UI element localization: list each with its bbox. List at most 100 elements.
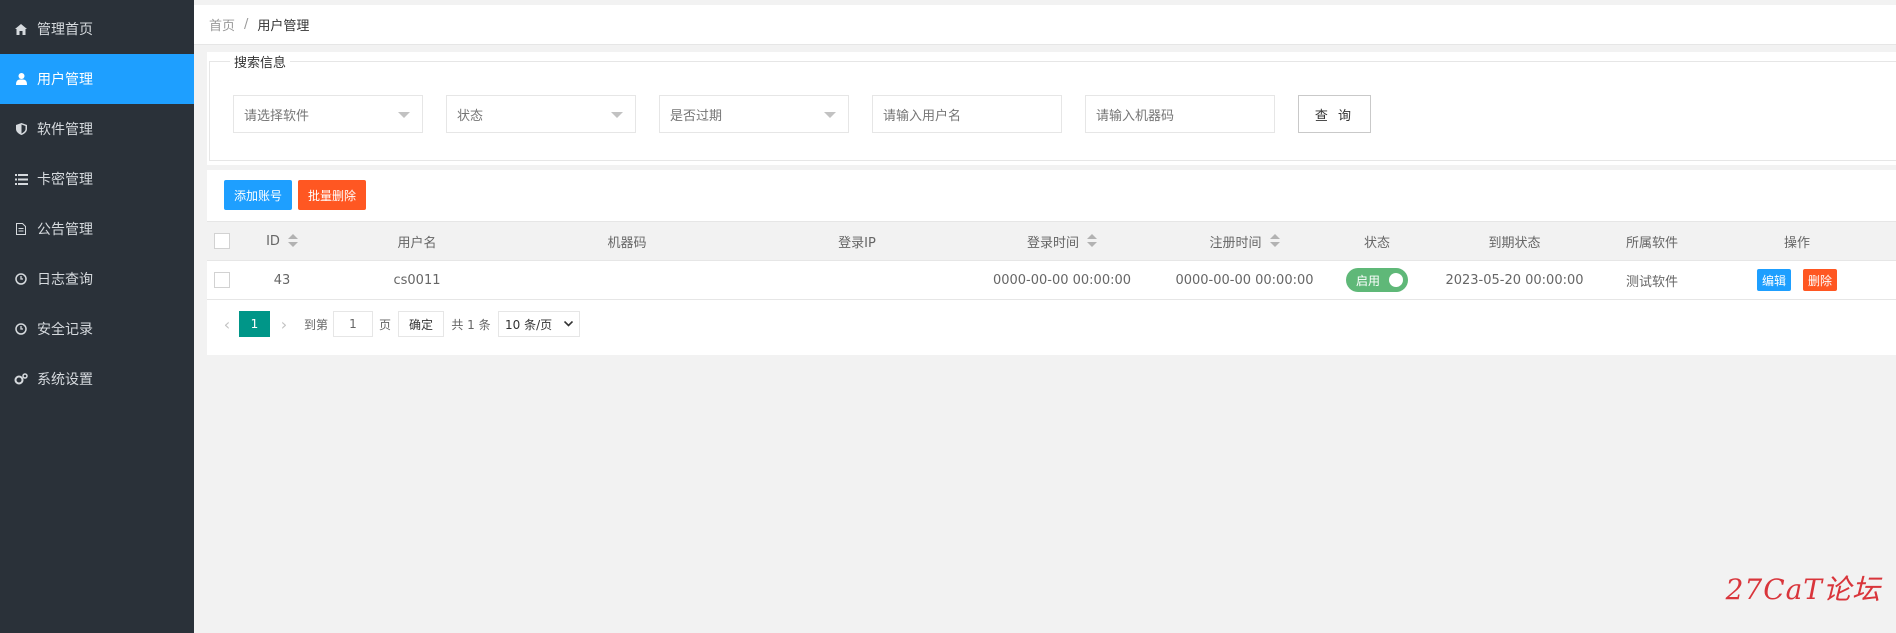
query-button[interactable]: 查 询 xyxy=(1298,95,1371,133)
col-login-time[interactable]: 登录时间 xyxy=(967,222,1157,260)
username-input[interactable]: 请输入用户名 xyxy=(872,95,1062,133)
cell-expire-status: 2023-05-20 00:00:00 xyxy=(1445,272,1584,288)
machine-code-input-placeholder: 请输入机器码 xyxy=(1096,108,1175,124)
col-expire-status-label: 到期状态 xyxy=(1488,235,1541,251)
clock-icon xyxy=(14,322,28,336)
table-row: 43 cs0011 0000-00-00 00:00:00 0000-00-00… xyxy=(207,261,1896,300)
sidebar-item-users[interactable]: 用户管理 xyxy=(0,54,194,104)
clock-icon xyxy=(14,272,28,286)
col-login-time-label: 登录时间 xyxy=(1026,235,1079,251)
chevron-down-icon xyxy=(611,112,623,118)
username-input-placeholder: 请输入用户名 xyxy=(883,108,962,124)
search-panel: 搜索信息 请选择软件 状态 是否过期 请输入用户名 请输入机器码 查 询 xyxy=(207,52,1896,165)
software-select-value: 请选择软件 xyxy=(244,108,310,124)
batch-delete-button[interactable]: 批量删除 xyxy=(298,180,366,210)
user-icon xyxy=(14,72,28,86)
status-select[interactable]: 状态 xyxy=(446,95,636,133)
sidebar-item-label: 软件管理 xyxy=(37,122,93,138)
breadcrumb-separator: / xyxy=(244,17,249,32)
sidebar-item-security[interactable]: 安全记录 xyxy=(0,304,194,354)
search-legend: 搜索信息 xyxy=(234,56,287,71)
sidebar-item-label: 系统设置 xyxy=(37,372,93,388)
gears-icon xyxy=(14,372,28,386)
breadcrumb: 首页 / 用户管理 xyxy=(194,5,1896,45)
goto-page-input[interactable]: 1 xyxy=(333,311,373,337)
col-id-label: ID xyxy=(266,233,280,249)
status-select-value: 状态 xyxy=(457,108,484,124)
main-content: 首页 / 用户管理 搜索信息 请选择软件 状态 是否过期 请输入用户名 请输入机… xyxy=(194,0,1896,633)
col-username-label: 用户名 xyxy=(397,235,437,251)
toggle-knob xyxy=(1389,273,1403,287)
sidebar: 管理首页 用户管理 软件管理 卡密管理 公告管理 日志查询 安全记录 系统设置 xyxy=(0,0,194,633)
cell-status: 启用 xyxy=(1332,261,1422,299)
col-status-label: 状态 xyxy=(1363,235,1390,251)
page-size-select[interactable]: 10 条/页 xyxy=(498,311,580,337)
goto-confirm-button[interactable]: 确定 xyxy=(398,311,444,337)
col-username: 用户名 xyxy=(327,222,507,260)
sidebar-item-home[interactable]: 管理首页 xyxy=(0,4,194,54)
sidebar-item-label: 卡密管理 xyxy=(37,172,93,188)
col-register-time[interactable]: 注册时间 xyxy=(1157,222,1332,260)
sidebar-item-label: 管理首页 xyxy=(37,22,93,38)
cell-id: 43 xyxy=(273,272,291,288)
next-page-icon[interactable]: › xyxy=(274,311,294,337)
col-register-time-label: 注册时间 xyxy=(1209,235,1262,251)
col-machine-label: 机器码 xyxy=(607,235,647,251)
prev-page-icon[interactable]: ‹ xyxy=(217,311,237,337)
list-icon xyxy=(14,172,28,186)
total-count: 共 1 条 xyxy=(451,317,491,332)
row-checkbox-cell xyxy=(207,261,237,299)
col-machine: 机器码 xyxy=(507,222,747,260)
cell-actions: 编辑 删除 xyxy=(1697,261,1896,299)
chevron-down-icon xyxy=(398,112,410,118)
file-icon xyxy=(14,222,28,236)
status-toggle[interactable]: 启用 xyxy=(1346,268,1408,292)
col-software: 所属软件 xyxy=(1607,222,1697,260)
col-software-label: 所属软件 xyxy=(1625,235,1678,251)
machine-code-input[interactable]: 请输入机器码 xyxy=(1085,95,1275,133)
home-icon xyxy=(14,22,28,36)
sidebar-item-label: 日志查询 xyxy=(37,272,93,288)
col-login-ip-label: 登录IP xyxy=(838,235,876,251)
sidebar-item-label: 公告管理 xyxy=(37,222,93,238)
col-login-ip: 登录IP xyxy=(747,222,967,260)
edit-button[interactable]: 编辑 xyxy=(1756,269,1791,291)
delete-button[interactable]: 删除 xyxy=(1803,269,1838,291)
watermark-logo: 27CaT论坛 xyxy=(1725,573,1881,606)
page-current[interactable]: 1 xyxy=(239,311,270,337)
pagination: ‹ 1 › 到第 1 页 确定 共 1 条 10 条/页 xyxy=(207,301,1896,341)
cell-login-time: 0000-00-00 00:00:00 xyxy=(992,272,1132,288)
cell-register-time: 0000-00-00 00:00:00 xyxy=(1175,272,1314,288)
expired-select-value: 是否过期 xyxy=(670,108,723,124)
select-all-checkbox[interactable] xyxy=(214,233,230,249)
sidebar-item-software[interactable]: 软件管理 xyxy=(0,104,194,154)
sidebar-item-settings[interactable]: 系统设置 xyxy=(0,354,194,404)
goto-label: 到第 xyxy=(303,317,328,332)
col-actions-label: 操作 xyxy=(1783,235,1810,251)
status-toggle-label: 启用 xyxy=(1356,273,1381,288)
add-account-button[interactable]: 添加账号 xyxy=(224,180,292,210)
sort-icon[interactable] xyxy=(1087,234,1097,248)
sidebar-item-cards[interactable]: 卡密管理 xyxy=(0,154,194,204)
sidebar-item-notices[interactable]: 公告管理 xyxy=(0,204,194,254)
breadcrumb-home[interactable]: 首页 xyxy=(209,15,235,34)
breadcrumb-current: 用户管理 xyxy=(257,19,310,34)
cell-login-ip xyxy=(747,261,967,299)
cell-machine xyxy=(507,261,747,299)
sort-icon[interactable] xyxy=(287,234,298,248)
software-select[interactable]: 请选择软件 xyxy=(233,95,423,133)
col-expire-status: 到期状态 xyxy=(1422,222,1607,260)
table-header: ID 用户名 机器码 登录IP 登录时间 注册时间 状态 到期状态 所属软件 操… xyxy=(207,221,1896,261)
sidebar-item-logs[interactable]: 日志查询 xyxy=(0,254,194,304)
page-size-value: 10 条/页 xyxy=(505,317,553,332)
expired-select[interactable]: 是否过期 xyxy=(659,95,849,133)
select-all-checkbox-cell xyxy=(207,222,237,260)
col-actions: 操作 xyxy=(1697,222,1896,260)
table-panel: 添加账号 批量删除 ID 用户名 机器码 登录IP 登录时间 注册时间 状态 到… xyxy=(207,170,1896,355)
col-id[interactable]: ID xyxy=(237,222,327,260)
shield-icon xyxy=(14,122,28,136)
cell-software: 测试软件 xyxy=(1625,274,1678,290)
col-status: 状态 xyxy=(1332,222,1422,260)
sort-icon[interactable] xyxy=(1269,234,1280,248)
row-checkbox[interactable] xyxy=(214,272,230,288)
